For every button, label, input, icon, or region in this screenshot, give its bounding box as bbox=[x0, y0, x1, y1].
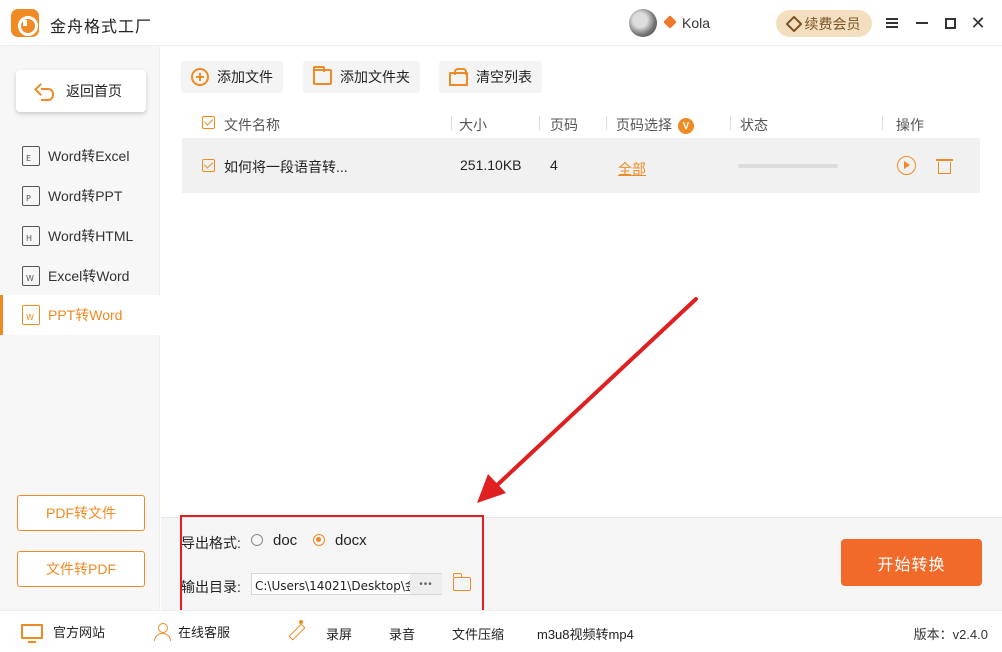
annotation-highlight-box bbox=[180, 515, 484, 617]
document-icon-glyph: W bbox=[26, 313, 34, 322]
customer-service-icon bbox=[153, 622, 171, 641]
column-header-size: 大小 bbox=[459, 117, 487, 133]
file-name: 如何将一段语音转... bbox=[224, 159, 348, 175]
version-label: 版本：v2.4.0 bbox=[913, 627, 988, 642]
m3u8-to-mp4-link[interactable]: m3u8视频转mp4 bbox=[537, 624, 634, 643]
sidebar-item-label: Excel转Word bbox=[48, 268, 130, 284]
row-checkbox[interactable] bbox=[202, 159, 215, 175]
sidebar-item-label: Word转PPT bbox=[48, 188, 123, 204]
column-header-page-select: 页码选择 V bbox=[616, 115, 694, 135]
back-home-label: 返回首页 bbox=[66, 83, 122, 99]
checkbox-checked-icon bbox=[202, 116, 215, 129]
official-website-link[interactable]: 官方网站 bbox=[21, 622, 106, 643]
online-support-label: 在线客服 bbox=[178, 625, 231, 640]
sidebar-item-excel-to-word[interactable]: W Excel转Word bbox=[0, 256, 160, 296]
document-icon: E bbox=[22, 146, 40, 166]
document-icon-glyph: P bbox=[26, 194, 31, 203]
document-icon: W bbox=[22, 266, 40, 286]
page-select-all-link[interactable]: 全部 bbox=[618, 159, 646, 179]
sidebar-item-label: Word转HTML bbox=[48, 228, 134, 244]
document-icon-glyph: W bbox=[26, 274, 34, 283]
select-all-checkbox[interactable] bbox=[202, 116, 215, 132]
renew-membership-label: 续费会员 bbox=[804, 15, 861, 32]
column-header-status: 状态 bbox=[740, 117, 768, 133]
sidebar-item-label: Word转Excel bbox=[48, 148, 130, 164]
start-convert-button[interactable]: 开始转换 bbox=[841, 539, 982, 586]
play-icon[interactable] bbox=[897, 156, 916, 175]
page-select-dropdown-icon[interactable]: V bbox=[678, 118, 694, 135]
monitor-icon bbox=[21, 624, 43, 643]
add-circle-icon bbox=[191, 68, 209, 86]
page-count: 4 bbox=[550, 157, 558, 173]
add-file-label: 添加文件 bbox=[217, 69, 273, 85]
app-title: 金舟格式工厂 bbox=[50, 19, 153, 36]
username[interactable]: Kola bbox=[682, 15, 710, 31]
checkbox-checked-icon bbox=[202, 159, 215, 172]
column-divider bbox=[882, 116, 883, 130]
wand-icon bbox=[286, 620, 306, 640]
add-file-button[interactable]: 添加文件 bbox=[181, 61, 283, 93]
record-screen-link[interactable]: 录屏 bbox=[326, 624, 352, 643]
column-divider bbox=[730, 116, 731, 130]
vip-badge-icon bbox=[663, 15, 677, 29]
document-icon-glyph: E bbox=[26, 154, 32, 163]
clear-list-label: 清空列表 bbox=[476, 69, 532, 85]
file-table-header: 文件名称 大小 页码 页码选择 V 状态 操作 bbox=[182, 108, 980, 138]
user-avatar[interactable] bbox=[629, 9, 657, 37]
column-header-page-select-label: 页码选择 bbox=[616, 117, 672, 133]
sidebar-item-word-to-ppt[interactable]: P Word转PPT bbox=[0, 176, 160, 216]
sidebar: 返回首页 E Word转Excel P Word转PPT H Word转HTML… bbox=[0, 46, 160, 610]
renew-membership-button[interactable]: 续费会员 bbox=[776, 10, 872, 37]
status-bar: 官方网站 在线客服 录屏 录音 文件压缩 m3u8视频转mp4 版本：v2.4.… bbox=[0, 610, 1002, 652]
app-logo-icon bbox=[11, 9, 39, 37]
add-folder-label: 添加文件夹 bbox=[340, 69, 410, 85]
back-arrow-icon bbox=[36, 84, 54, 101]
document-icon-glyph: H bbox=[26, 234, 33, 243]
file-compress-link[interactable]: 文件压缩 bbox=[452, 624, 504, 643]
sidebar-item-word-to-html[interactable]: H Word转HTML bbox=[0, 216, 160, 256]
file-to-pdf-button[interactable]: 文件转PDF bbox=[17, 551, 145, 587]
menu-icon bbox=[886, 18, 898, 28]
column-header-name: 文件名称 bbox=[224, 117, 280, 133]
magic-wand-icon bbox=[286, 620, 306, 640]
sidebar-item-word-to-excel[interactable]: E Word转Excel bbox=[0, 136, 160, 176]
minimize-button[interactable] bbox=[911, 12, 933, 34]
basket-icon bbox=[449, 67, 468, 86]
close-button[interactable]: ✕ bbox=[967, 12, 989, 34]
trash-icon[interactable] bbox=[936, 157, 953, 175]
sidebar-item-ppt-to-word[interactable]: W PPT转Word bbox=[0, 295, 160, 335]
column-divider bbox=[606, 116, 607, 130]
add-folder-button[interactable]: 添加文件夹 bbox=[303, 61, 420, 93]
official-website-label: 官方网站 bbox=[53, 625, 106, 640]
title-bar: 金舟格式工厂 Kola 续费会员 ✕ bbox=[0, 0, 1002, 46]
minimize-icon bbox=[916, 22, 928, 24]
clear-list-button[interactable]: 清空列表 bbox=[439, 61, 542, 93]
online-support-link[interactable]: 在线客服 bbox=[153, 622, 230, 641]
column-divider bbox=[539, 116, 540, 130]
close-icon: ✕ bbox=[970, 12, 986, 33]
maximize-button[interactable] bbox=[939, 12, 961, 34]
folder-icon bbox=[313, 66, 332, 85]
maximize-icon bbox=[944, 17, 956, 29]
column-divider bbox=[451, 116, 452, 130]
sidebar-item-label: PPT转Word bbox=[48, 307, 123, 323]
menu-button[interactable] bbox=[881, 12, 903, 34]
conversion-progress-bar bbox=[738, 164, 838, 168]
file-size: 251.10KB bbox=[460, 157, 522, 173]
document-icon: W bbox=[22, 305, 40, 325]
table-row[interactable]: 如何将一段语音转... 251.10KB 4 全部 bbox=[182, 138, 980, 193]
diamond-icon bbox=[785, 15, 802, 32]
column-header-pages: 页码 bbox=[550, 117, 578, 133]
back-home-button[interactable]: 返回首页 bbox=[16, 70, 146, 112]
record-audio-link[interactable]: 录音 bbox=[389, 624, 415, 643]
document-icon: H bbox=[22, 226, 40, 246]
pdf-to-file-button[interactable]: PDF转文件 bbox=[17, 495, 145, 531]
column-header-action: 操作 bbox=[896, 117, 924, 133]
document-icon: P bbox=[22, 186, 40, 206]
